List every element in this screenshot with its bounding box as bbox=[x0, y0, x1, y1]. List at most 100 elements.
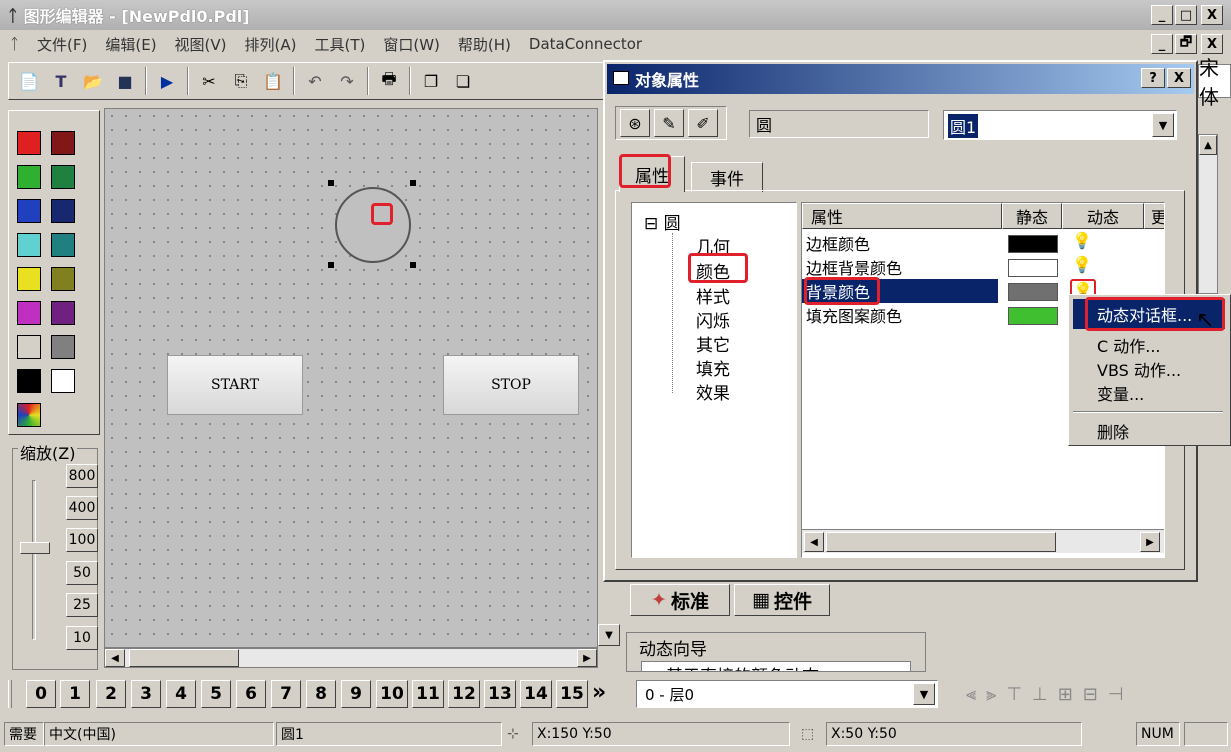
bring-front-icon[interactable]: ❐ bbox=[419, 69, 443, 93]
selection-handle[interactable] bbox=[410, 180, 416, 186]
text-icon[interactable]: T bbox=[49, 69, 73, 93]
layer-14[interactable]: 14 bbox=[520, 680, 552, 708]
layer-13[interactable]: 13 bbox=[484, 680, 516, 708]
run-icon[interactable]: ▶ bbox=[155, 69, 179, 93]
tab-standard[interactable]: ✦ 标准 bbox=[630, 584, 730, 616]
color-swatch-black[interactable] bbox=[17, 369, 41, 393]
color-swatch-green[interactable] bbox=[17, 165, 41, 189]
dynamic-bulb-icon[interactable]: 💡 bbox=[1072, 255, 1092, 274]
grid-horizontal-scrollbar[interactable]: ◀ ▶ bbox=[802, 529, 1164, 553]
minimize-button[interactable]: _ bbox=[1151, 5, 1173, 25]
close-button[interactable]: X bbox=[1201, 5, 1223, 25]
col-static[interactable]: 静态 bbox=[1002, 203, 1062, 229]
color-swatch-blue[interactable] bbox=[17, 199, 41, 223]
layer-1[interactable]: 1 bbox=[60, 680, 90, 708]
selection-handle[interactable] bbox=[328, 262, 334, 268]
layer-15[interactable]: 15 bbox=[556, 680, 588, 708]
static-color-gray[interactable] bbox=[1008, 283, 1058, 301]
tree-item-style[interactable]: 样式 bbox=[696, 283, 730, 308]
layer-11[interactable]: 11 bbox=[412, 680, 444, 708]
menu-item-variable[interactable]: 变量... bbox=[1097, 381, 1144, 405]
menu-item-c-action[interactable]: C 动作... bbox=[1097, 333, 1161, 357]
tree-item-other[interactable]: 其它 bbox=[696, 331, 730, 356]
menu-item-vbs-action[interactable]: VBS 动作... bbox=[1097, 357, 1181, 381]
layers-more-button[interactable]: » bbox=[592, 680, 606, 705]
tree-item-flash[interactable]: 闪烁 bbox=[696, 307, 730, 332]
tree-root[interactable]: ⊟ 圆 bbox=[644, 209, 681, 234]
layer-2[interactable]: 2 bbox=[96, 680, 126, 708]
menu-file[interactable]: 文件(F) bbox=[37, 34, 87, 55]
selection-handle[interactable] bbox=[410, 262, 416, 268]
cut-icon[interactable]: ✂ bbox=[197, 69, 221, 93]
right-panel-scrollbar[interactable]: ▲ bbox=[1198, 134, 1218, 294]
object-name-select[interactable]: 圆1 ▼ bbox=[943, 110, 1177, 140]
color-swatch-teal[interactable] bbox=[51, 233, 75, 257]
prop-row-border-bg-color[interactable]: 边框背景颜色 bbox=[802, 255, 1162, 279]
center-vertical-icon[interactable]: ⊟ bbox=[1083, 684, 1098, 705]
tab-events[interactable]: 事件 bbox=[691, 162, 763, 192]
menu-window[interactable]: 窗口(W) bbox=[383, 34, 440, 55]
menu-edit[interactable]: 编辑(E) bbox=[105, 34, 156, 55]
send-back-icon[interactable]: ❏ bbox=[451, 69, 475, 93]
color-swatch-navy[interactable] bbox=[51, 199, 75, 223]
grid-scroll-right[interactable]: ▶ bbox=[1140, 532, 1160, 552]
color-swatch-purple[interactable] bbox=[51, 301, 75, 325]
zoom-slider-thumb[interactable] bbox=[20, 542, 50, 554]
scroll-thumb[interactable] bbox=[129, 649, 239, 667]
stop-button-object[interactable]: STOP bbox=[443, 355, 579, 415]
paste-property-icon[interactable]: ✐ bbox=[688, 109, 718, 137]
save-icon[interactable]: ■ bbox=[113, 69, 137, 93]
dialog-help-button[interactable]: ? bbox=[1141, 68, 1165, 88]
align-left-icon[interactable]: ⫷ bbox=[966, 684, 976, 705]
align-bottom-icon[interactable]: ⊥ bbox=[1032, 684, 1048, 705]
zoom-800[interactable]: 800 bbox=[66, 464, 98, 488]
col-dynamic[interactable]: 动态 bbox=[1062, 203, 1144, 229]
layer-8[interactable]: 8 bbox=[306, 680, 336, 708]
font-name-field[interactable]: 宋体 bbox=[1198, 56, 1231, 109]
doc-minimize-button[interactable]: _ bbox=[1151, 34, 1173, 54]
prop-row-border-color[interactable]: 边框颜色 bbox=[802, 231, 1162, 255]
layer-4[interactable]: 4 bbox=[166, 680, 196, 708]
resize-grip-icon[interactable] bbox=[1184, 722, 1228, 746]
color-swatch-cyan[interactable] bbox=[17, 233, 41, 257]
print-icon[interactable]: 🖶 bbox=[377, 69, 401, 93]
layer-9[interactable]: 9 bbox=[341, 680, 371, 708]
doc-close-button[interactable]: X bbox=[1201, 34, 1223, 54]
wizard-item[interactable]: 基于直接的颜色动态 bbox=[641, 661, 911, 671]
grid-scroll-left[interactable]: ◀ bbox=[804, 532, 824, 552]
custom-color-icon[interactable] bbox=[17, 403, 41, 427]
col-update[interactable]: 更 bbox=[1144, 203, 1164, 229]
tab-controls[interactable]: ▦ 控件 bbox=[734, 584, 830, 616]
copy-property-icon[interactable]: ✎ bbox=[654, 109, 684, 137]
scroll-down-arrow[interactable]: ▼ bbox=[598, 624, 620, 646]
distribute-icon[interactable]: ⊣ bbox=[1108, 684, 1124, 705]
color-swatch-gray[interactable] bbox=[51, 335, 75, 359]
center-horizontal-icon[interactable]: ⊞ bbox=[1058, 684, 1073, 705]
menu-view[interactable]: 视图(V) bbox=[175, 34, 227, 55]
layer-10[interactable]: 10 bbox=[376, 680, 408, 708]
layer-12[interactable]: 12 bbox=[448, 680, 480, 708]
menu-item-delete[interactable]: 删除 bbox=[1097, 419, 1129, 443]
color-swatch-red[interactable] bbox=[17, 131, 41, 155]
layer-7[interactable]: 7 bbox=[271, 680, 301, 708]
dynamic-bulb-icon[interactable]: 💡 bbox=[1072, 231, 1092, 250]
static-color-black[interactable] bbox=[1008, 235, 1058, 253]
chevron-down-icon[interactable]: ▼ bbox=[1152, 113, 1174, 137]
zoom-10[interactable]: 10 bbox=[66, 626, 98, 650]
zoom-50[interactable]: 50 bbox=[66, 561, 98, 585]
dialog-close-button[interactable]: X bbox=[1167, 68, 1191, 88]
new-file-icon[interactable]: 📄 bbox=[17, 69, 41, 93]
layer-select[interactable]: 0 - 层0 ▼ bbox=[636, 680, 938, 708]
start-button-object[interactable]: START bbox=[167, 355, 303, 415]
doc-restore-button[interactable]: 🗗 bbox=[1175, 34, 1197, 54]
copy-icon[interactable]: ⎘ bbox=[229, 69, 253, 93]
zoom-100[interactable]: 100 bbox=[66, 528, 98, 552]
tree-item-fill[interactable]: 填充 bbox=[696, 355, 730, 380]
layer-5[interactable]: 5 bbox=[201, 680, 231, 708]
selection-handle[interactable] bbox=[328, 180, 334, 186]
zoom-25[interactable]: 25 bbox=[66, 593, 98, 617]
color-swatch-yellow[interactable] bbox=[17, 267, 41, 291]
color-swatch-magenta[interactable] bbox=[17, 301, 41, 325]
align-right-icon[interactable]: ⫸ bbox=[986, 684, 996, 705]
menu-arrange[interactable]: 排列(A) bbox=[245, 34, 297, 55]
